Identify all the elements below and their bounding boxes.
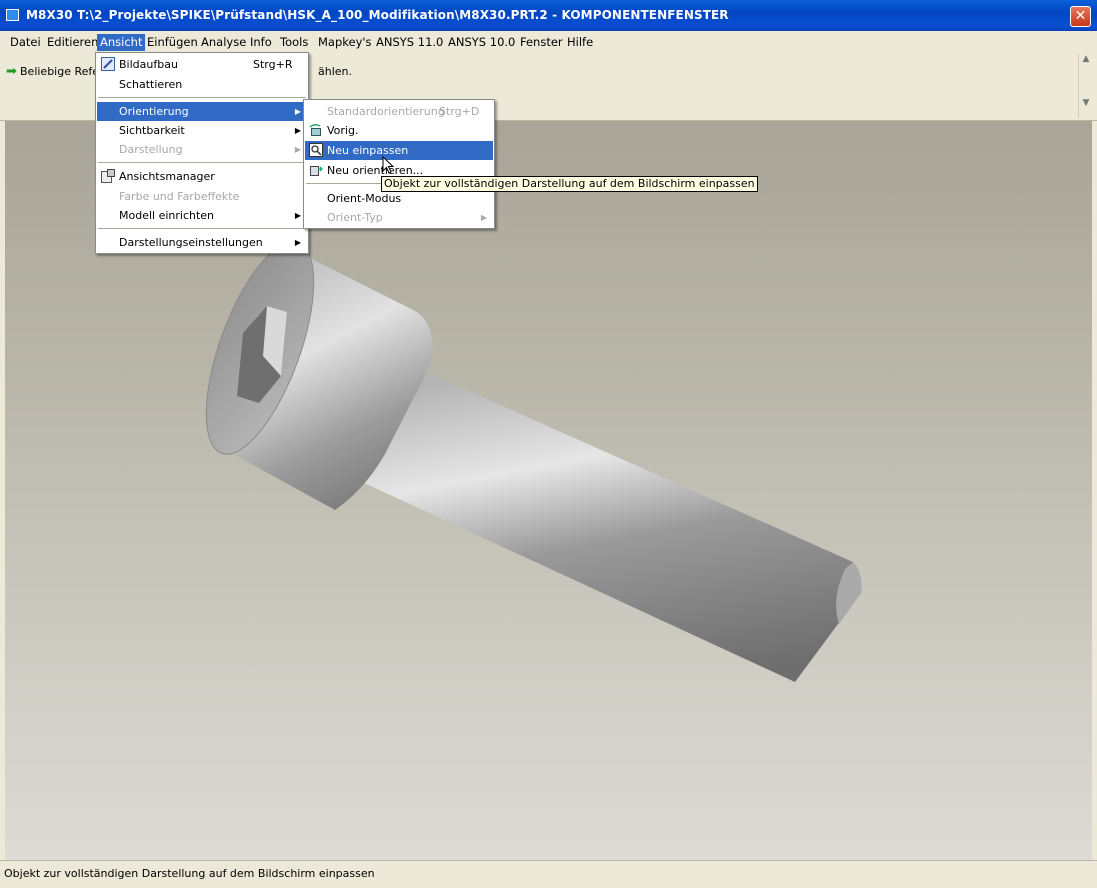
menu-item-modell-einrichten[interactable]: Modell einrichten ▶ xyxy=(97,206,307,225)
view-manager-icon xyxy=(101,169,115,183)
menu-info[interactable]: Info xyxy=(247,34,275,51)
status-text: Objekt zur vollständigen Darstellung auf… xyxy=(4,867,375,880)
app-icon xyxy=(6,9,19,21)
menu-item-orient-typ: Orient-Typ ▶ xyxy=(305,208,493,227)
refit-icon xyxy=(309,143,323,157)
menu-bar: Datei Editieren Ansicht Einfügen Analyse… xyxy=(0,31,1097,52)
tooltip: Objekt zur vollständigen Darstellung auf… xyxy=(381,176,758,192)
title-bar: M8X30 T:\2_Projekte\SPIKE\Prüfstand\HSK_… xyxy=(0,0,1097,31)
menu-mapkeys[interactable]: Mapkey's xyxy=(315,34,375,51)
close-button[interactable]: ✕ xyxy=(1070,6,1091,27)
menu-item-schattieren[interactable]: Schattieren xyxy=(97,75,307,94)
menu-datei[interactable]: Datei xyxy=(7,34,44,51)
submenu-arrow-icon: ▶ xyxy=(294,145,301,154)
menu-ansys-10[interactable]: ANSYS 10.0 xyxy=(445,34,518,51)
green-arrow-icon: ➡ xyxy=(6,64,17,79)
hint-text-start: Beliebige Refer xyxy=(20,65,104,78)
menu-item-bildaufbau[interactable]: Bildaufbau Strg+R xyxy=(97,55,307,74)
message-scrollbar[interactable]: ▲ ▼ xyxy=(1078,54,1093,118)
menu-fenster[interactable]: Fenster xyxy=(517,34,566,51)
hint-text-end: ählen. xyxy=(318,65,353,78)
menu-einfuegen[interactable]: Einfügen xyxy=(144,34,201,51)
menu-item-standardorientierung: Standardorientierung Strg+D xyxy=(327,105,480,118)
menu-item-farbe: Farbe und Farbeffekte xyxy=(119,190,240,203)
ansicht-menu: Bildaufbau Strg+R Schattieren Orientieru… xyxy=(95,52,309,254)
menu-item-darstellung: Darstellung ▶ xyxy=(97,140,307,159)
status-bar: Objekt zur vollständigen Darstellung auf… xyxy=(0,860,1097,888)
submenu-arrow-icon: ▶ xyxy=(294,107,301,116)
menu-item-vorig[interactable]: Vorig. xyxy=(305,121,493,140)
menu-ansys-11[interactable]: ANSYS 11.0 xyxy=(373,34,446,51)
repaint-icon xyxy=(101,57,115,71)
menu-item-neu-einpassen[interactable]: Neu einpassen xyxy=(305,141,493,160)
previous-view-icon xyxy=(309,123,323,137)
mouse-cursor-icon xyxy=(382,156,394,174)
menu-item-ansichtsmanager[interactable]: Ansichtsmanager xyxy=(97,167,307,186)
menu-item-orientierung[interactable]: Orientierung ▶ xyxy=(97,102,307,121)
menu-editieren[interactable]: Editieren xyxy=(44,34,101,51)
menu-separator xyxy=(98,228,306,229)
submenu-arrow-icon: ▶ xyxy=(294,238,301,247)
menu-hilfe[interactable]: Hilfe xyxy=(564,34,596,51)
menu-item-sichtbarkeit[interactable]: Sichtbarkeit ▶ xyxy=(97,121,307,140)
menu-tools[interactable]: Tools xyxy=(277,34,311,51)
submenu-arrow-icon: ▶ xyxy=(480,213,487,222)
scroll-up-icon[interactable]: ▲ xyxy=(1079,54,1093,64)
orientierung-submenu: Standardorientierung Strg+D Vorig. Neu e… xyxy=(303,99,495,229)
window-title: M8X30 T:\2_Projekte\SPIKE\Prüfstand\HSK_… xyxy=(26,8,729,22)
menu-separator xyxy=(98,162,306,163)
menu-item-darstellungseinstellungen[interactable]: Darstellungseinstellungen ▶ xyxy=(97,233,307,252)
submenu-arrow-icon: ▶ xyxy=(294,211,301,220)
reorient-icon xyxy=(309,163,323,177)
submenu-arrow-icon: ▶ xyxy=(294,126,301,135)
menu-separator xyxy=(98,97,306,98)
menu-analyse[interactable]: Analyse xyxy=(198,34,249,51)
scroll-down-icon[interactable]: ▼ xyxy=(1079,98,1093,108)
menu-ansicht[interactable]: Ansicht xyxy=(97,34,146,51)
